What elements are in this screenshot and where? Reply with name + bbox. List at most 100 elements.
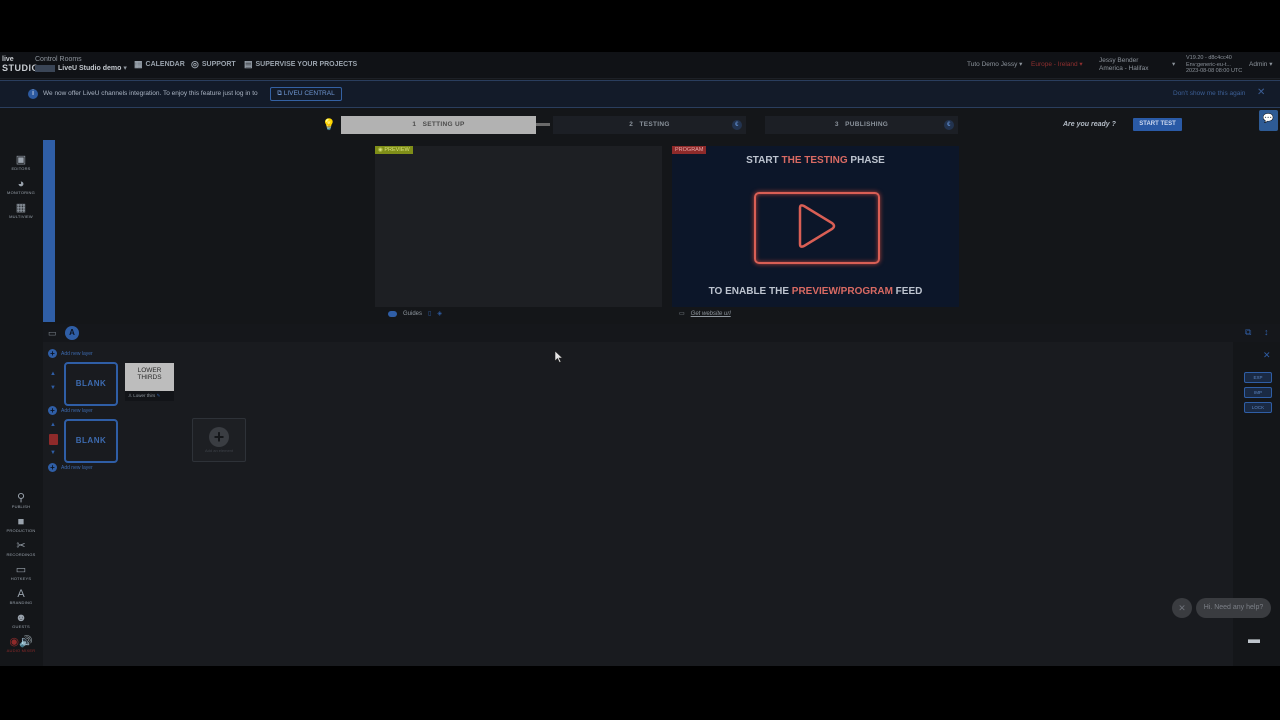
add-element-slot[interactable]: + Add an element xyxy=(192,418,246,462)
plus-icon: + xyxy=(48,406,57,415)
supervise-icon: ▤ xyxy=(244,59,253,69)
import-button[interactable]: IMP xyxy=(1244,387,1272,398)
sidebar-item-branding[interactable]: A BRANDING xyxy=(2,588,40,605)
edit-pencil-icon[interactable]: ✎ xyxy=(157,393,161,398)
info-banner: i We now offer LiveU channels integratio… xyxy=(0,80,1280,108)
version-info: V19.20 - d8c4cc40 Env:generic-eu-t... 20… xyxy=(1186,55,1243,74)
sidebar-item-recordings[interactable]: ✂ RECORDINGS xyxy=(2,540,40,557)
step-testing[interactable]: 2 TESTING € xyxy=(553,116,746,134)
control-room-selector[interactable]: Control Rooms LiveU Studio demo ▾ xyxy=(35,55,127,73)
lower-thirds-caption: ♙ Lower thirs ✎ xyxy=(125,391,174,401)
dont-show-again-link[interactable]: Don't show me this again xyxy=(1173,90,1245,97)
add-layer-button[interactable]: + Add new layer xyxy=(48,463,93,472)
sidebar-item-production[interactable]: ■ PRODUCTION xyxy=(2,516,40,533)
step-setting-up[interactable]: 1 SETTING UP xyxy=(341,116,536,134)
export-button[interactable]: EXP xyxy=(1244,372,1272,383)
lower-thirds-element[interactable]: LOWER THIRDS ♙ Lower thirs ✎ xyxy=(125,363,174,403)
play-icon xyxy=(754,192,880,264)
add-plus-icon: + xyxy=(209,427,229,447)
sidebar-item-audio-mixer[interactable]: ◉🔊 AUDIO MIXER xyxy=(2,636,40,653)
chat-side-icon[interactable]: 💬 xyxy=(1259,110,1278,131)
guests-icon: ☻ xyxy=(15,612,27,624)
lock-button[interactable]: LOCK xyxy=(1244,402,1272,413)
org-selector[interactable]: Tuto Demo Jessy ▾ xyxy=(967,61,1022,69)
layers-header: ▭ A ⧉ ↕ xyxy=(43,324,1280,342)
app-window: live STUDIO Control Rooms LiveU Studio d… xyxy=(0,52,1280,666)
top-bar: live STUDIO Control Rooms LiveU Studio d… xyxy=(0,52,1280,79)
nav-calendar[interactable]: ▦ CALENDAR xyxy=(134,59,185,70)
recordings-icon: ✂ xyxy=(16,540,26,552)
liveu-central-button[interactable]: ⧉ LIVEU CENTRAL xyxy=(270,87,342,101)
keyboard-icon[interactable]: ▭ xyxy=(48,328,57,339)
audio-mixer-icon: ◉🔊 xyxy=(9,636,33,648)
mouse-cursor-icon xyxy=(555,351,563,363)
studio-thumbnail-icon xyxy=(35,64,55,72)
close-icon[interactable]: ✕ xyxy=(1263,350,1271,361)
preview-monitor: ◉ PREVIEW xyxy=(375,146,662,307)
plus-icon: + xyxy=(48,349,57,358)
nav-support[interactable]: ◎ SUPPORT xyxy=(191,59,236,70)
move-down-icon[interactable]: ▼ xyxy=(50,450,56,456)
program-subtitle: TO ENABLE THE PREVIEW/PROGRAM FEED xyxy=(708,286,923,297)
help-bubble[interactable]: Hi. Need any help? xyxy=(1196,598,1271,618)
program-title: START THE TESTING PHASE xyxy=(746,155,885,166)
step-arrow xyxy=(536,123,550,126)
help-close-icon[interactable]: ✕ xyxy=(1172,598,1192,618)
user-menu[interactable]: Jessy Bender America - Halifax xyxy=(1099,57,1148,73)
lower-thirds-thumb: LOWER THIRDS xyxy=(125,363,174,391)
move-up-icon[interactable]: ▲ xyxy=(50,422,56,428)
program-controls: ▭ Get website url xyxy=(679,310,731,318)
multiview-icon: ▦ xyxy=(15,202,27,214)
blank-slot[interactable]: BLANK xyxy=(64,419,118,463)
sidebar-item-monitoring[interactable]: ◕ MONITORING xyxy=(2,178,40,195)
production-icon: ■ xyxy=(17,516,25,528)
guides-toggle[interactable] xyxy=(388,310,397,317)
step-info-icon[interactable]: € xyxy=(944,120,954,130)
role-menu[interactable]: Admin ▾ xyxy=(1249,61,1273,69)
start-test-button[interactable]: START TEST xyxy=(1133,118,1182,131)
branding-icon: A xyxy=(17,588,25,600)
add-layer-button[interactable]: + Add new layer xyxy=(48,406,93,415)
sidebar-item-hotkeys[interactable]: ▭ HOTKEYS xyxy=(2,564,40,581)
monitor-icon[interactable]: ▭ xyxy=(679,310,685,317)
layer-a-icon[interactable]: A xyxy=(65,326,79,340)
program-monitor: PROGRAM START THE TESTING PHASE TO ENABL… xyxy=(672,146,959,307)
left-sidebar: ▣ EDITORS ◕ MONITORING ▦ MULTIVIEW ⚲ PUBLISH… xyxy=(0,140,42,666)
ready-label: Are you ready ? xyxy=(1063,121,1116,128)
editors-icon: ▣ xyxy=(15,154,27,166)
guides-label: Guides xyxy=(403,310,423,317)
layers-icon[interactable]: ◈ xyxy=(437,310,442,317)
trash-icon[interactable] xyxy=(49,434,58,445)
user-menu-caret[interactable]: ▾ xyxy=(1172,61,1175,69)
move-up-icon[interactable]: ▲ xyxy=(50,371,56,377)
publish-icon: ⚲ xyxy=(16,492,26,504)
calendar-icon: ▦ xyxy=(134,59,143,69)
expand-icon[interactable]: ↕ xyxy=(1264,327,1269,337)
move-down-icon[interactable]: ▼ xyxy=(50,385,56,391)
website-url-link[interactable]: Get website url xyxy=(691,311,731,317)
close-banner-icon[interactable]: ✕ xyxy=(1257,87,1265,98)
liveu-studio-logo[interactable]: live STUDIO xyxy=(2,56,39,74)
step-info-icon[interactable]: € xyxy=(732,120,742,130)
lightbulb-icon[interactable]: 💡 xyxy=(322,118,336,131)
studio-name: LiveU Studio demo xyxy=(58,65,122,72)
plus-icon: + xyxy=(48,463,57,472)
support-icon: ◎ xyxy=(191,59,199,69)
banner-text: We now offer LiveU channels integration.… xyxy=(43,90,258,97)
collapsed-panel-bar[interactable] xyxy=(43,140,55,322)
preview-controls: Guides ▯ ◈ xyxy=(388,310,442,317)
sidebar-item-guests[interactable]: ☻ GUESTS xyxy=(2,612,40,629)
step-publishing[interactable]: 3 PUBLISHING € xyxy=(765,116,958,134)
blank-slot[interactable]: BLANK xyxy=(64,362,118,406)
sidebar-item-editors[interactable]: ▣ EDITORS xyxy=(2,154,40,171)
program-tag: PROGRAM xyxy=(672,146,707,154)
nav-supervise[interactable]: ▤ SUPERVISE YOUR PROJECTS xyxy=(244,59,357,70)
mobile-icon[interactable]: ▯ xyxy=(428,310,431,317)
layers-panel xyxy=(43,342,1233,666)
add-layer-button[interactable]: + Add new layer xyxy=(48,349,93,358)
chat-icon[interactable]: ▬ xyxy=(1245,632,1263,648)
region-selector[interactable]: Europe - Ireland ▾ xyxy=(1031,61,1083,69)
sidebar-item-publish[interactable]: ⚲ PUBLISH xyxy=(2,492,40,509)
copy-icon[interactable]: ⧉ xyxy=(1245,327,1251,338)
sidebar-item-multiview[interactable]: ▦ MULTIVIEW xyxy=(2,202,40,219)
